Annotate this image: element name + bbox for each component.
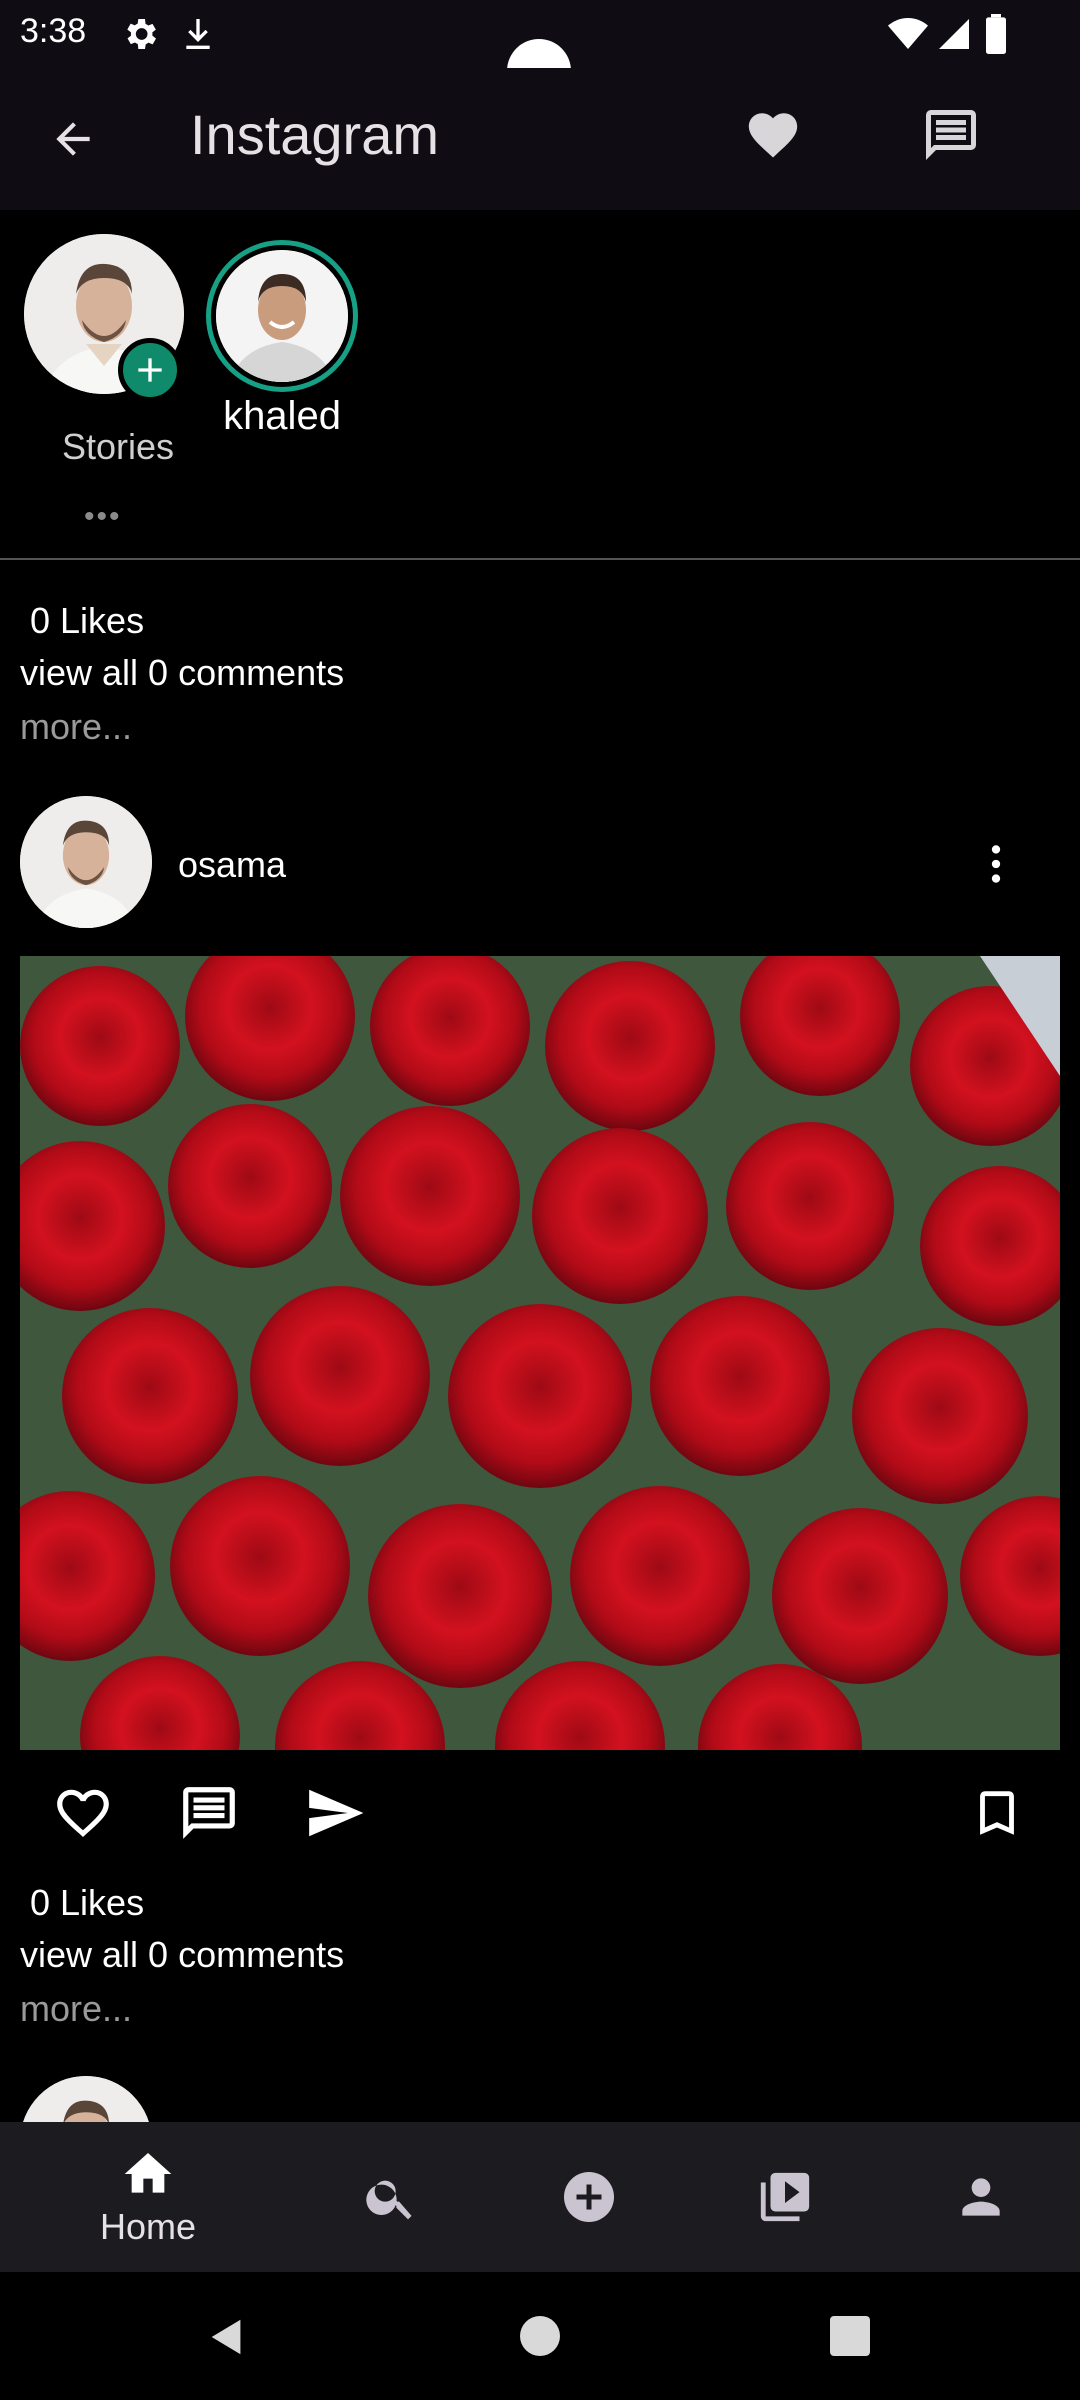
like-icon[interactable] (48, 1778, 118, 1848)
nav-home[interactable]: Home (68, 2122, 228, 2272)
view-comments-link[interactable]: view all 0 comments (20, 1934, 344, 1976)
more-vert-icon[interactable] (966, 834, 1026, 894)
likes-count[interactable]: 0 Likes (30, 600, 144, 642)
status-bar: 3:38 (0, 0, 1080, 103)
post-image[interactable] (20, 956, 1060, 1750)
nav-add[interactable] (544, 2122, 634, 2272)
status-time: 3:38 (20, 12, 87, 50)
more-link[interactable]: more... (20, 1988, 132, 2030)
signal-icon (936, 14, 972, 59)
heart-icon[interactable] (740, 102, 806, 168)
back-arrow-icon[interactable] (40, 106, 106, 172)
page-title: Instagram (190, 103, 439, 166)
more-link[interactable]: more... (20, 706, 132, 748)
divider (0, 558, 1080, 560)
post-avatar[interactable] (20, 796, 152, 928)
battery-icon (984, 14, 1008, 59)
video-library-icon (760, 2172, 810, 2222)
wifi-icon (888, 14, 928, 59)
message-icon[interactable] (918, 102, 984, 168)
search-icon (366, 2180, 412, 2220)
nav-search[interactable] (346, 2122, 436, 2272)
post-username[interactable]: osama (178, 844, 286, 886)
system-navigation-bar (0, 2272, 1080, 2400)
bookmark-icon[interactable] (962, 1778, 1032, 1848)
person-icon (962, 2178, 1000, 2216)
story-username: khaled (223, 394, 341, 438)
view-comments-link[interactable]: view all 0 comments (20, 652, 344, 694)
nav-home-label: Home (99, 2206, 197, 2247)
stories-bar: Stories ••• khaled (0, 210, 1080, 558)
bottom-navigation: Home (0, 2122, 1080, 2272)
nav-reels[interactable] (740, 2122, 830, 2272)
download-icon (178, 14, 218, 59)
settings-icon (120, 14, 160, 59)
more-dots-icon: ••• (84, 500, 122, 533)
system-home-icon[interactable] (520, 2316, 560, 2356)
add-circle-icon (564, 2172, 614, 2222)
likes-count[interactable]: 0 Likes (30, 1882, 144, 1924)
add-story-icon[interactable] (118, 338, 182, 402)
send-icon[interactable] (300, 1778, 370, 1848)
story-avatar-khaled[interactable] (206, 240, 358, 392)
comment-icon[interactable] (174, 1778, 244, 1848)
home-icon (124, 2153, 172, 2193)
system-back-icon[interactable] (204, 2314, 250, 2365)
system-recents-icon[interactable] (830, 2316, 870, 2356)
app-bar: Instagram (0, 68, 1080, 210)
nav-profile[interactable] (936, 2122, 1026, 2272)
